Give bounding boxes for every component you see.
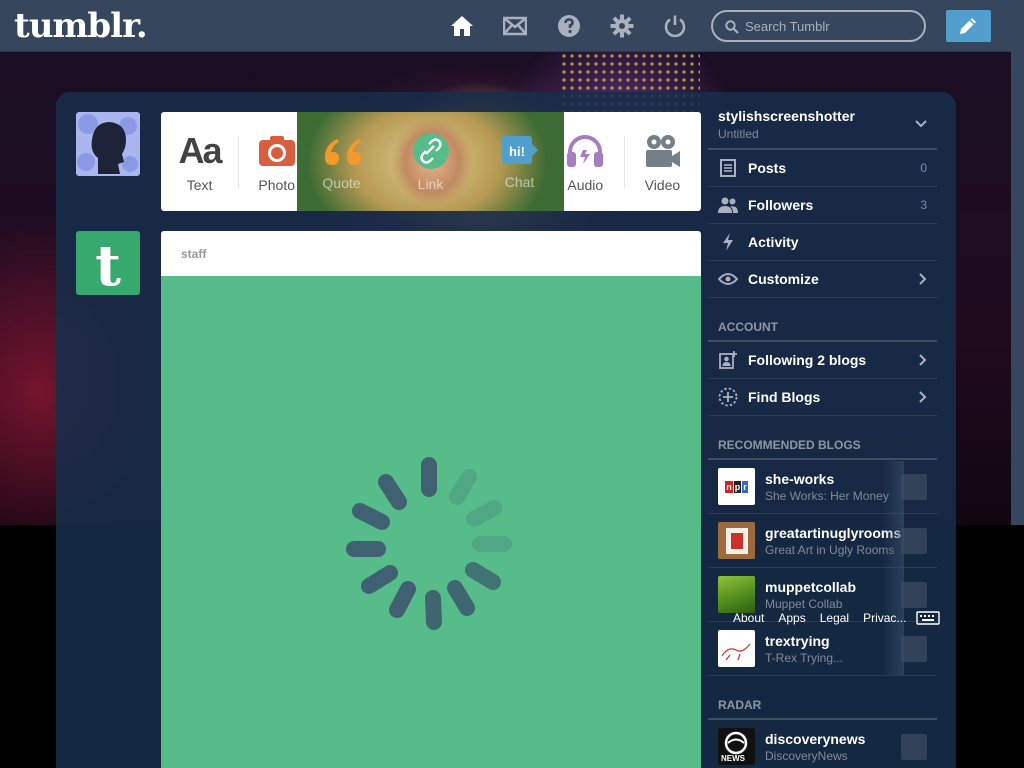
post-video-label: Video bbox=[644, 176, 681, 193]
post-quote-button[interactable]: Quote bbox=[315, 112, 392, 211]
footer-link-about[interactable]: About bbox=[733, 611, 764, 625]
mail-icon[interactable] bbox=[503, 14, 527, 38]
sidebar-item-activity[interactable]: Activity bbox=[708, 224, 937, 261]
lightning-icon bbox=[718, 232, 738, 252]
follow-button[interactable] bbox=[901, 636, 927, 662]
news-badge: NEWS bbox=[721, 754, 745, 763]
sidebar-item-label: Find Blogs bbox=[748, 389, 821, 405]
sidebar-item-find-blogs[interactable]: Find Blogs bbox=[708, 379, 937, 416]
follow-button[interactable] bbox=[901, 474, 927, 500]
chevron-right-icon bbox=[919, 273, 927, 285]
recommended-blog-item[interactable]: trextrying T-Rex Trying... bbox=[708, 622, 937, 676]
sidebar-item-label: Following 2 blogs bbox=[748, 352, 867, 368]
post-chat-label: Chat bbox=[493, 177, 523, 193]
staff-post: staff bbox=[161, 231, 701, 768]
people-icon bbox=[718, 195, 738, 215]
blog-title: Untitled bbox=[718, 127, 759, 141]
sidebar-item-customize[interactable]: Customize bbox=[708, 261, 937, 298]
post-quote-label: Quote bbox=[335, 177, 373, 193]
recommended-blog-item[interactable]: n p r she-works She Works: Her Money bbox=[708, 460, 937, 514]
sidebar-item-label: Customize bbox=[748, 271, 819, 287]
follow-button[interactable] bbox=[901, 734, 927, 760]
post-photo-button[interactable]: Photo bbox=[238, 112, 315, 211]
post-chat-button[interactable]: Chat bbox=[469, 112, 547, 211]
chevron-right-icon bbox=[919, 391, 927, 403]
home-icon[interactable] bbox=[450, 14, 474, 38]
npr-blog-avatar: n p r bbox=[718, 468, 755, 505]
footer-link-legal[interactable]: Legal bbox=[820, 611, 849, 625]
radar-heading: RADAR bbox=[708, 676, 937, 720]
help-icon[interactable] bbox=[557, 14, 581, 38]
post-author[interactable]: staff bbox=[161, 231, 701, 276]
power-logout-icon[interactable] bbox=[663, 14, 687, 38]
sidebar-item-label: Followers bbox=[748, 197, 814, 213]
top-header: tumblr. bbox=[0, 0, 1011, 52]
account-heading: ACCOUNT bbox=[708, 298, 937, 342]
post-text-button[interactable]: Aa Text bbox=[161, 112, 238, 211]
chevron-down-icon bbox=[915, 120, 927, 128]
search-icon bbox=[725, 20, 739, 34]
sidebar-item-label: Activity bbox=[748, 234, 799, 250]
camera-icon bbox=[258, 135, 295, 166]
pencil-icon bbox=[960, 18, 976, 34]
trex-blog-avatar bbox=[718, 630, 755, 667]
footer-link-privacy[interactable]: Privac... bbox=[863, 611, 906, 625]
follow-button[interactable] bbox=[901, 582, 927, 608]
post-link-label: Link bbox=[418, 177, 444, 193]
radar-blog-item[interactable]: NEWS discoverynews DiscoveryNews bbox=[708, 720, 937, 768]
follow-button[interactable] bbox=[901, 528, 927, 554]
post-link-button[interactable]: Link bbox=[392, 112, 469, 211]
posts-count: 0 bbox=[920, 161, 927, 175]
footer-link-apps[interactable]: Apps bbox=[778, 611, 805, 625]
loading-spinner-icon bbox=[346, 457, 512, 630]
headphones-icon bbox=[567, 134, 604, 167]
sidebar-item-posts[interactable]: Posts 0 bbox=[708, 150, 937, 187]
keyboard-shortcuts-icon[interactable] bbox=[916, 611, 940, 625]
blog-name: stylishscreenshotter bbox=[718, 108, 855, 124]
eye-icon bbox=[718, 269, 738, 289]
video-camera-icon bbox=[646, 134, 681, 167]
muppet-blog-avatar bbox=[718, 576, 755, 613]
search-box[interactable] bbox=[711, 10, 926, 42]
followers-count: 3 bbox=[920, 198, 927, 212]
chevron-right-icon bbox=[919, 354, 927, 366]
post-audio-label: Audio bbox=[567, 176, 604, 193]
post-video-button[interactable]: Video bbox=[623, 112, 701, 211]
recommended-blog-item[interactable]: greatartinuglyrooms Great Art in Ugly Ro… bbox=[708, 514, 937, 568]
right-sidebar: stylishscreenshotter Untitled Posts 0 Fo… bbox=[708, 100, 937, 768]
compass-icon bbox=[718, 387, 738, 407]
search-input[interactable] bbox=[745, 16, 915, 36]
add-person-icon bbox=[718, 350, 738, 370]
sidebar-item-label: Posts bbox=[748, 160, 787, 176]
sidebar-item-following[interactable]: Following 2 blogs bbox=[708, 342, 937, 379]
user-avatar[interactable] bbox=[76, 112, 140, 176]
post-type-bar: Aa Text Photo Quote Link Chat bbox=[161, 112, 701, 211]
tumblr-logo[interactable]: tumblr. bbox=[14, 6, 148, 46]
post-audio-button[interactable]: Audio bbox=[546, 112, 624, 211]
sidebar-item-followers[interactable]: Followers 3 bbox=[708, 187, 937, 224]
staff-avatar[interactable]: t bbox=[76, 231, 140, 295]
blog-switcher[interactable]: stylishscreenshotter Untitled bbox=[708, 100, 937, 150]
post-photo-label: Photo bbox=[258, 176, 295, 193]
art-blog-avatar bbox=[718, 522, 755, 559]
document-icon bbox=[718, 158, 738, 178]
svg-text:t: t bbox=[95, 233, 121, 295]
discovery-news-avatar: NEWS bbox=[718, 728, 755, 765]
settings-gear-icon[interactable] bbox=[610, 14, 634, 38]
post-text-label: Text bbox=[186, 176, 213, 193]
text-icon: Aa bbox=[178, 129, 223, 171]
compose-post-button[interactable] bbox=[946, 10, 991, 42]
recommended-blogs-heading: RECOMMENDED BLOGS bbox=[708, 416, 937, 460]
footer-links: About Apps Legal Privac... bbox=[733, 611, 906, 625]
